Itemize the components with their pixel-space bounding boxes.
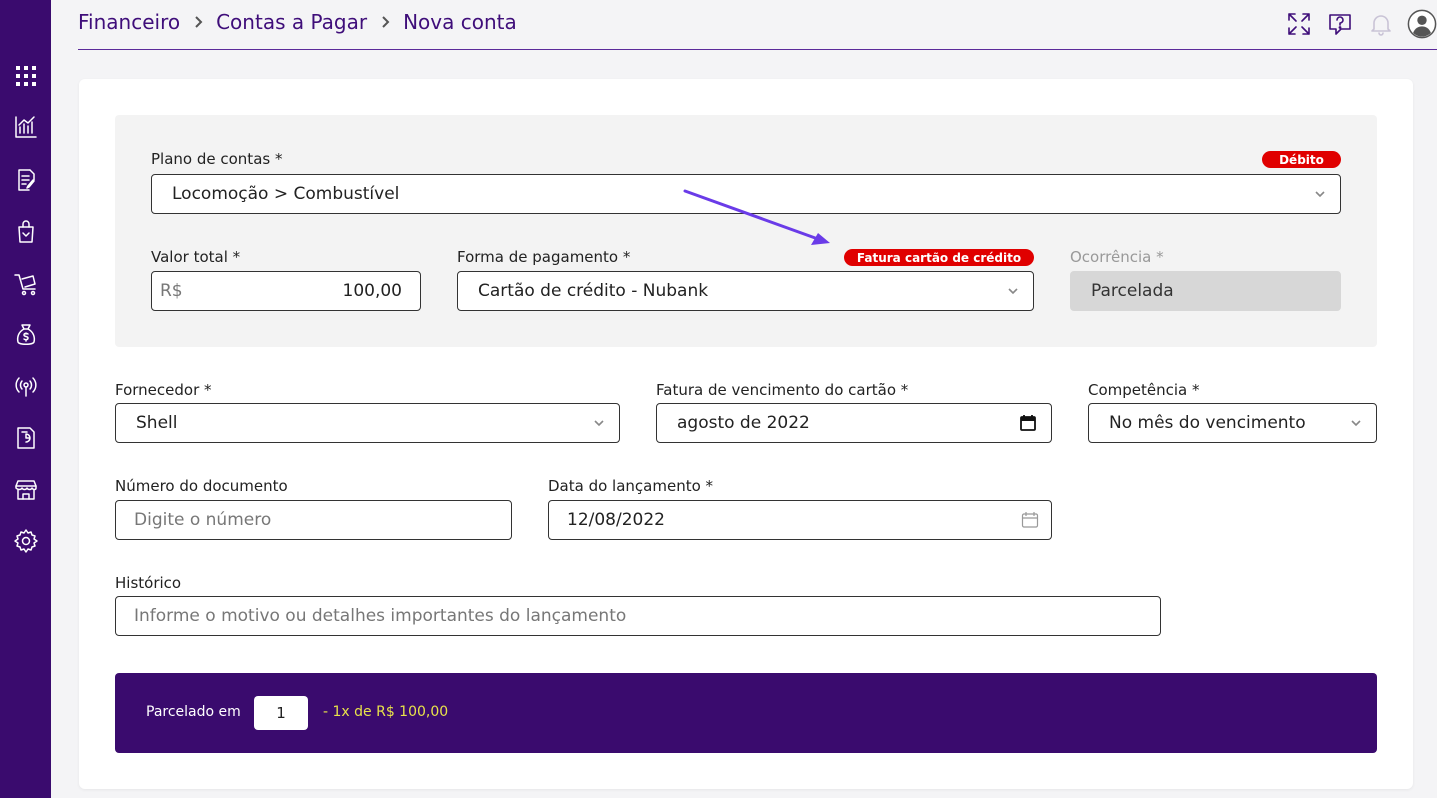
avatar-icon [1407,9,1437,39]
report-icon [16,427,35,449]
ocorrencia-label: Ocorrência * [1070,248,1164,266]
top-bar: Financeiro Contas a Pagar Nova conta [78,0,1437,50]
notifications-button[interactable] [1366,8,1396,40]
competencia-value: No mês do vencimento [1109,413,1306,433]
forma-pagamento-label: Forma de pagamento * [457,248,631,266]
help-button[interactable] [1325,8,1355,40]
broadcast-icon [14,377,37,397]
breadcrumb: Financeiro Contas a Pagar Nova conta [78,10,517,34]
sidebar-item-dashboard[interactable] [0,56,51,96]
chart-icon [14,116,37,138]
fatura-vencimento-input[interactable]: agosto de 2022 [656,403,1052,443]
help-icon [1329,14,1351,35]
numero-documento-input[interactable]: Digite o número [115,500,512,540]
fornecedor-select[interactable]: Shell [115,403,620,443]
competencia-label: Competência * [1088,381,1200,399]
sidebar-item-settings[interactable] [0,521,51,561]
installment-summary: - 1x de R$ 100,00 [323,704,449,720]
plano-contas-value: Locomoção > Combustível [172,184,400,204]
valor-total-value: 100,00 [342,281,402,301]
chevron-down-icon [593,417,605,429]
chevron-right-icon [192,16,204,28]
fornecedor-label: Fornecedor * [115,381,212,399]
plano-contas-label: Plano de contas * [151,150,283,168]
fatura-vencimento-label: Fatura de vencimento do cartão * [656,381,909,399]
breadcrumb-contas-a-pagar[interactable]: Contas a Pagar [216,10,367,34]
breadcrumb-financeiro[interactable]: Financeiro [78,10,180,34]
shopping-bag-icon [17,220,34,243]
breadcrumb-nova-conta: Nova conta [403,10,517,34]
forma-pagamento-value: Cartão de crédito - Nubank [478,281,709,301]
fullscreen-icon [1288,13,1310,35]
plano-contas-select[interactable]: Locomoção > Combustível [151,174,1341,214]
sidebar-item-charts[interactable] [0,107,51,147]
sidebar [0,0,51,798]
grid-icon [15,66,36,86]
chevron-down-icon [1007,285,1019,297]
forma-pagamento-select[interactable]: Cartão de crédito - Nubank [457,271,1034,311]
debito-badge: Débito [1262,151,1341,168]
historico-label: Histórico [115,574,182,592]
money-bag-icon [16,324,35,345]
sidebar-item-reports[interactable] [0,418,51,458]
top-icons [1273,8,1437,40]
account-panel [115,115,1377,347]
chevron-right-icon [379,16,391,28]
sidebar-item-finance[interactable] [0,315,51,355]
fatura-vencimento-value: agosto de 2022 [677,413,810,433]
avatar[interactable] [1407,8,1437,40]
sidebar-item-shopping[interactable] [0,212,51,252]
valor-total-label: Valor total * [151,248,241,266]
form-card: Plano de contas * Débito Locomoção > Com… [79,79,1413,789]
data-lancamento-input[interactable]: 12/08/2022 [548,500,1052,540]
chevron-down-icon [1350,417,1362,429]
historico-input[interactable]: Informe o motivo ou detalhes importantes… [115,596,1161,636]
currency-prefix: R$ [160,281,183,301]
store-icon [14,480,37,500]
cart-icon [13,274,36,296]
sidebar-item-purchases[interactable] [0,264,51,304]
historico-placeholder: Informe o motivo ou detalhes importantes… [134,606,627,626]
installment-count-input[interactable]: 1 [254,696,308,730]
numero-documento-label: Número do documento [115,477,288,495]
calendar-icon[interactable] [1019,414,1037,432]
numero-documento-placeholder: Digite o número [134,510,272,530]
installment-count-value: 1 [276,704,286,722]
ocorrencia-field: Parcelada [1070,271,1341,311]
valor-total-input[interactable]: R$ 100,00 [151,271,421,311]
fornecedor-value: Shell [136,413,178,433]
sidebar-item-documents[interactable] [0,160,51,200]
installment-bar: Parcelado em 1 - 1x de R$ 100,00 [115,673,1377,753]
competencia-select[interactable]: No mês do vencimento [1088,403,1377,443]
installment-label: Parcelado em [146,704,241,720]
bell-icon [1371,15,1391,36]
fullscreen-button[interactable] [1284,8,1314,40]
data-lancamento-value: 12/08/2022 [567,510,665,530]
sidebar-item-integrations[interactable] [0,366,51,406]
gear-icon [13,529,38,553]
ocorrencia-value: Parcelada [1091,281,1174,301]
sidebar-item-store[interactable] [0,470,51,510]
calendar-icon[interactable] [1021,511,1039,529]
chevron-down-icon [1314,188,1326,200]
fatura-cartao-badge: Fatura cartão de crédito [844,249,1034,266]
document-edit-icon [17,169,35,191]
data-lancamento-label: Data do lançamento * [548,477,714,495]
